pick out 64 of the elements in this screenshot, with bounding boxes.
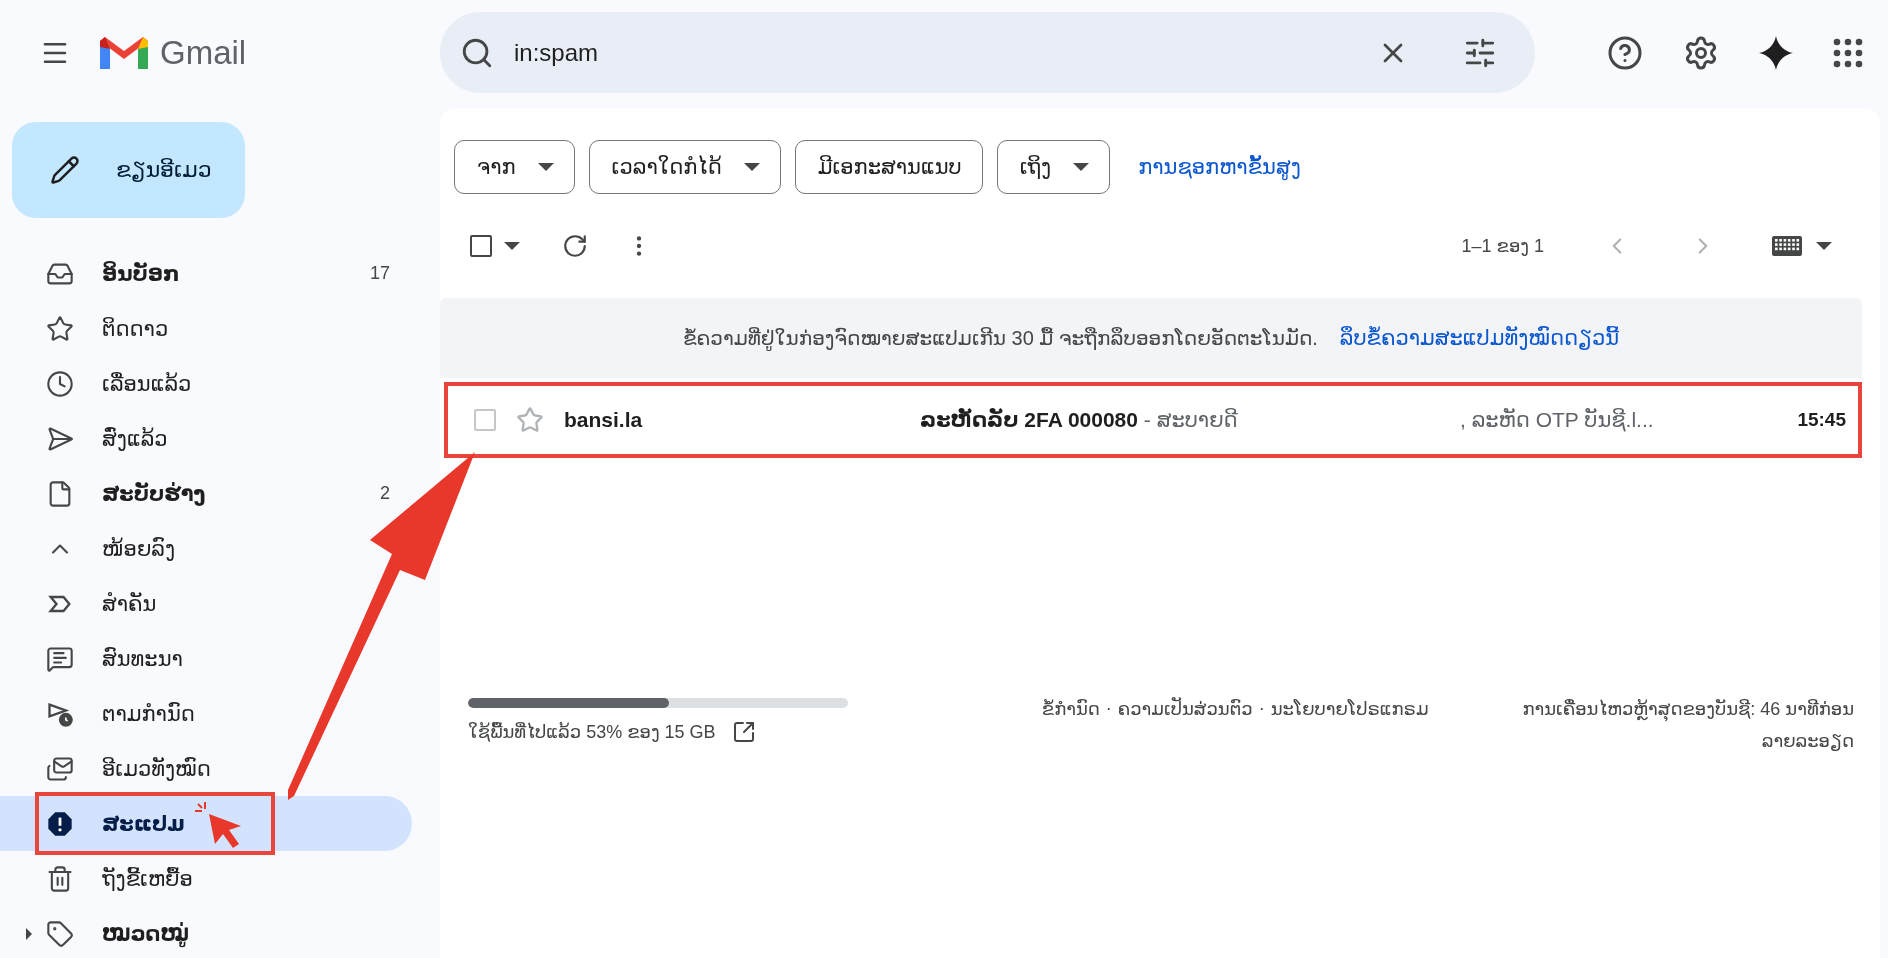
sender-name: bansi.la bbox=[564, 408, 644, 432]
trash-icon bbox=[46, 864, 74, 893]
select-checkbox[interactable] bbox=[470, 235, 492, 257]
nav-item[interactable]: ອີເມວທັງໝົດ bbox=[0, 741, 280, 796]
chat-icon bbox=[46, 644, 74, 673]
email-preview: , ລະຫັດ OTP ບັນຊີ.l... bbox=[1460, 408, 1654, 432]
nav-item[interactable]: ໜ້ອຍລົງ bbox=[0, 521, 280, 576]
caret-icon bbox=[743, 163, 760, 171]
spam-icon bbox=[46, 809, 74, 838]
details-link[interactable]: ລາຍລະອຽດ bbox=[1761, 730, 1854, 752]
caret-icon bbox=[537, 163, 554, 171]
pencil-icon bbox=[50, 155, 80, 185]
storage-text: ໃຊ້ພື້ນທີ່ໄປແລ້ວ 53% ຂອງ 15 GB bbox=[468, 721, 716, 743]
nav-item[interactable]: ໝວດໝູ່ bbox=[0, 906, 280, 958]
filter-chip[interactable]: ເວລາໃດກໍໄດ້ bbox=[588, 140, 781, 194]
footer-link[interactable]: ນະໂຍບາຍໂປຣແກຣມ bbox=[1270, 698, 1429, 720]
delete-spam-link[interactable]: ລຶບຂໍ້ຄວາມສະແປມທັງໝົດດຽວນີ້ bbox=[1339, 326, 1620, 350]
nav-item[interactable]: ສົ່ງແລ້ວ bbox=[0, 411, 280, 466]
label-icon bbox=[46, 919, 74, 948]
compose-button[interactable]: ຂຽນອີເມວ bbox=[12, 122, 245, 218]
expand-caret-icon[interactable] bbox=[26, 928, 32, 940]
caret-icon[interactable] bbox=[504, 242, 520, 250]
caret-icon[interactable] bbox=[1816, 242, 1832, 250]
keyboard-icon[interactable] bbox=[1772, 236, 1802, 256]
search-query[interactable]: in:spam bbox=[512, 37, 1359, 68]
advanced-search-link[interactable]: ການຊອກຫາຂັ້ນສູງ bbox=[1138, 155, 1301, 179]
email-time: 15:45 bbox=[1797, 409, 1846, 431]
nav-item[interactable]: ສຳຄັນ bbox=[0, 576, 280, 631]
nav-item[interactable]: ຕິດດາວ bbox=[0, 301, 280, 356]
banner-text: ຂໍ້ຄວາມທີ່ຢູ່ໃນກ່ອງຈົດໝາຍສະແປມເກີນ 30 ມື້ ຈະຖືກລຶບອອກໂດຍອັດຕະໂນມັດ. bbox=[682, 326, 1318, 350]
search-field[interactable]: in:spam bbox=[440, 12, 1535, 93]
send-icon bbox=[46, 424, 74, 453]
filter-chip[interactable]: ຈາກ bbox=[454, 140, 575, 194]
filter-chip[interactable]: ມີເອກະສານແນບ bbox=[794, 140, 983, 194]
settings-icon[interactable] bbox=[1683, 34, 1719, 71]
separator-dot: · bbox=[1258, 698, 1265, 719]
help-icon[interactable] bbox=[1607, 34, 1643, 71]
unread-count: 2 bbox=[380, 483, 390, 504]
nav-item[interactable]: ສົນທະນາ bbox=[0, 631, 280, 686]
mails-icon bbox=[46, 754, 74, 783]
footer-link[interactable]: ຂໍ້ກຳນົດ bbox=[1041, 698, 1100, 720]
email-row[interactable]: bansi.la ລະຫັດລັບ 2FA 000080 - ສະບາຍດີ , ລະຫັດ OTP ບັນຊີ.l... 15:45 bbox=[444, 382, 1862, 458]
apps-grid-icon[interactable] bbox=[1833, 37, 1863, 68]
footer-link[interactable]: ຄວາມເປັນສ່ວນຕົວ bbox=[1117, 698, 1253, 720]
sparkle-icon[interactable] bbox=[1759, 35, 1793, 70]
nav-item[interactable]: ຖັງຂີ້ເຫຍື້ອ bbox=[0, 851, 280, 906]
email-subject: ລະຫັດລັບ 2FA 000080 - ສະບາຍດີ bbox=[920, 408, 1239, 432]
row-checkbox[interactable] bbox=[474, 409, 496, 431]
external-link-icon[interactable] bbox=[731, 720, 756, 744]
nav-item[interactable]: ສະບັບຮ່າງ 2 bbox=[0, 466, 412, 521]
activity-text: ການເຄື່ອນໄຫວຫຼ້າສຸດຂອງບັນຊີ: 46 ນາທີກ່ອນ bbox=[1522, 698, 1854, 720]
star-icon[interactable] bbox=[516, 406, 544, 434]
nav-item[interactable]: ເລື່ອນແລ້ວ bbox=[0, 356, 280, 411]
caret-icon bbox=[1073, 163, 1090, 171]
page-range: 1–1 ຂອງ 1 bbox=[1461, 235, 1544, 257]
unread-count: 17 bbox=[369, 263, 390, 284]
nav-item[interactable]: ຕາມກຳນົດ bbox=[0, 686, 280, 741]
brand-name: Gmail bbox=[160, 33, 247, 72]
filter-chip[interactable]: ເຖິງ bbox=[996, 140, 1111, 194]
clock-icon bbox=[46, 369, 74, 398]
nav-item[interactable]: ອິນບັອກ 17 bbox=[0, 246, 412, 301]
refresh-icon[interactable] bbox=[562, 233, 588, 259]
separator-dot: · bbox=[1105, 698, 1112, 719]
star-icon bbox=[46, 314, 74, 343]
